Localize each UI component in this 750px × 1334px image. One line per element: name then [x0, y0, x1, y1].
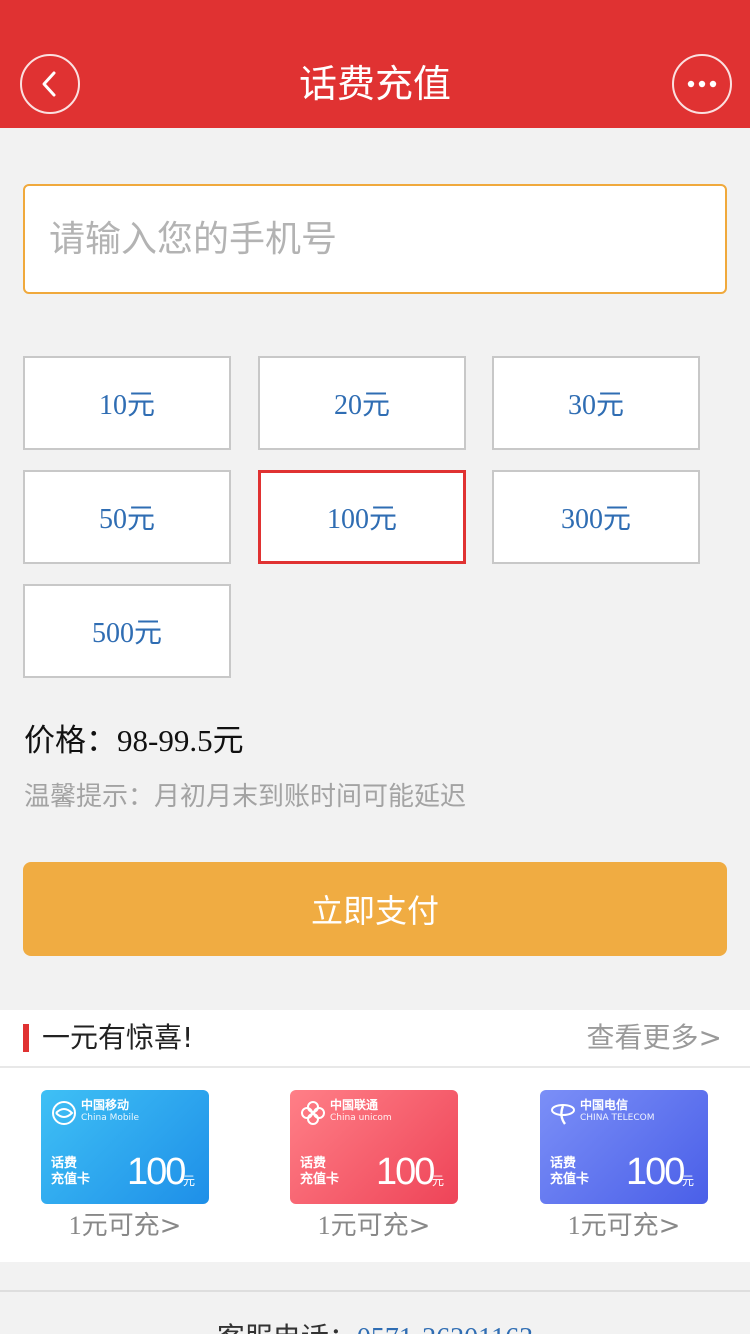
phone-input[interactable]: [25, 186, 725, 292]
card-unit: 元: [432, 1174, 445, 1188]
amount-option-50[interactable]: 50元: [23, 470, 231, 564]
card-brand: 中国联通: [330, 1098, 379, 1112]
china-telecom-logo-icon: [551, 1104, 575, 1125]
page-title: 话费充值: [298, 62, 451, 106]
header-bar: 话费充值: [0, 0, 750, 128]
more-dots-icon: [687, 80, 717, 88]
china-unicom-logo-icon: [301, 1101, 325, 1125]
card-unit: 元: [183, 1174, 196, 1188]
card-type: 话费 充值卡: [300, 1156, 340, 1187]
recharge-card-china-mobile[interactable]: 中国移动 China Mobile 话费 充值卡 100 元: [41, 1090, 209, 1204]
service-phone-number[interactable]: 0571-26201163: [357, 1323, 533, 1334]
price-line: 价格：98-99.5元: [24, 718, 244, 764]
card-brand-en: CHINA TELECOM: [580, 1113, 655, 1123]
amount-option-100[interactable]: 100元: [258, 470, 466, 564]
card-unit: 元: [682, 1174, 695, 1188]
recharge-card-china-unicom[interactable]: 中国联通 China unicom 话费 充值卡 100 元: [290, 1090, 458, 1204]
tip-text: 温馨提示：月初月末到账时间可能延迟: [24, 782, 467, 812]
card-value: 100: [376, 1151, 435, 1193]
phone-input-box: [23, 184, 727, 294]
pay-button[interactable]: 立即支付: [23, 862, 727, 956]
card-brand-en: China Mobile: [81, 1113, 140, 1123]
card-brand-en: China unicom: [330, 1113, 392, 1123]
promo-header: 一元有惊喜! 查看更多>: [0, 1010, 750, 1068]
amount-option-300[interactable]: 300元: [492, 470, 700, 564]
price-value: 98-99.5元: [117, 723, 244, 758]
footer: 客服电话：0571-26201163: [0, 1290, 750, 1334]
price-label: 价格：: [24, 723, 117, 759]
service-phone-line: 客服电话：0571-26201163: [0, 1318, 750, 1334]
card-label-china-telecom[interactable]: 1元可充>: [540, 1206, 708, 1246]
card-label-china-mobile[interactable]: 1元可充>: [41, 1206, 209, 1246]
amount-option-30[interactable]: 30元: [492, 356, 700, 450]
promo-title: 一元有惊喜!: [42, 1021, 194, 1054]
amount-option-20[interactable]: 20元: [258, 356, 466, 450]
promo-section: 一元有惊喜! 查看更多> 中国移动 China Mobile 话费 充值卡 100…: [0, 1010, 750, 1262]
china-mobile-logo-icon: [52, 1101, 76, 1125]
recharge-card-china-telecom[interactable]: 中国电信 CHINA TELECOM 话费 充值卡 100 元: [540, 1090, 708, 1204]
card-type: 话费 充值卡: [51, 1156, 91, 1187]
service-phone-label: 客服电话：: [217, 1321, 357, 1334]
card-type: 话费 充值卡: [550, 1156, 590, 1187]
promo-accent-bar: [23, 1024, 29, 1052]
card-label-china-unicom[interactable]: 1元可充>: [290, 1206, 458, 1246]
amount-option-500[interactable]: 500元: [23, 584, 231, 678]
card-value: 100: [626, 1151, 685, 1193]
more-button[interactable]: [672, 54, 732, 114]
promo-more-link[interactable]: 查看更多>: [587, 1018, 722, 1058]
card-brand: 中国移动: [81, 1098, 130, 1112]
amount-option-10[interactable]: 10元: [23, 356, 231, 450]
card-brand: 中国电信: [580, 1098, 629, 1112]
card-value: 100: [127, 1151, 186, 1193]
